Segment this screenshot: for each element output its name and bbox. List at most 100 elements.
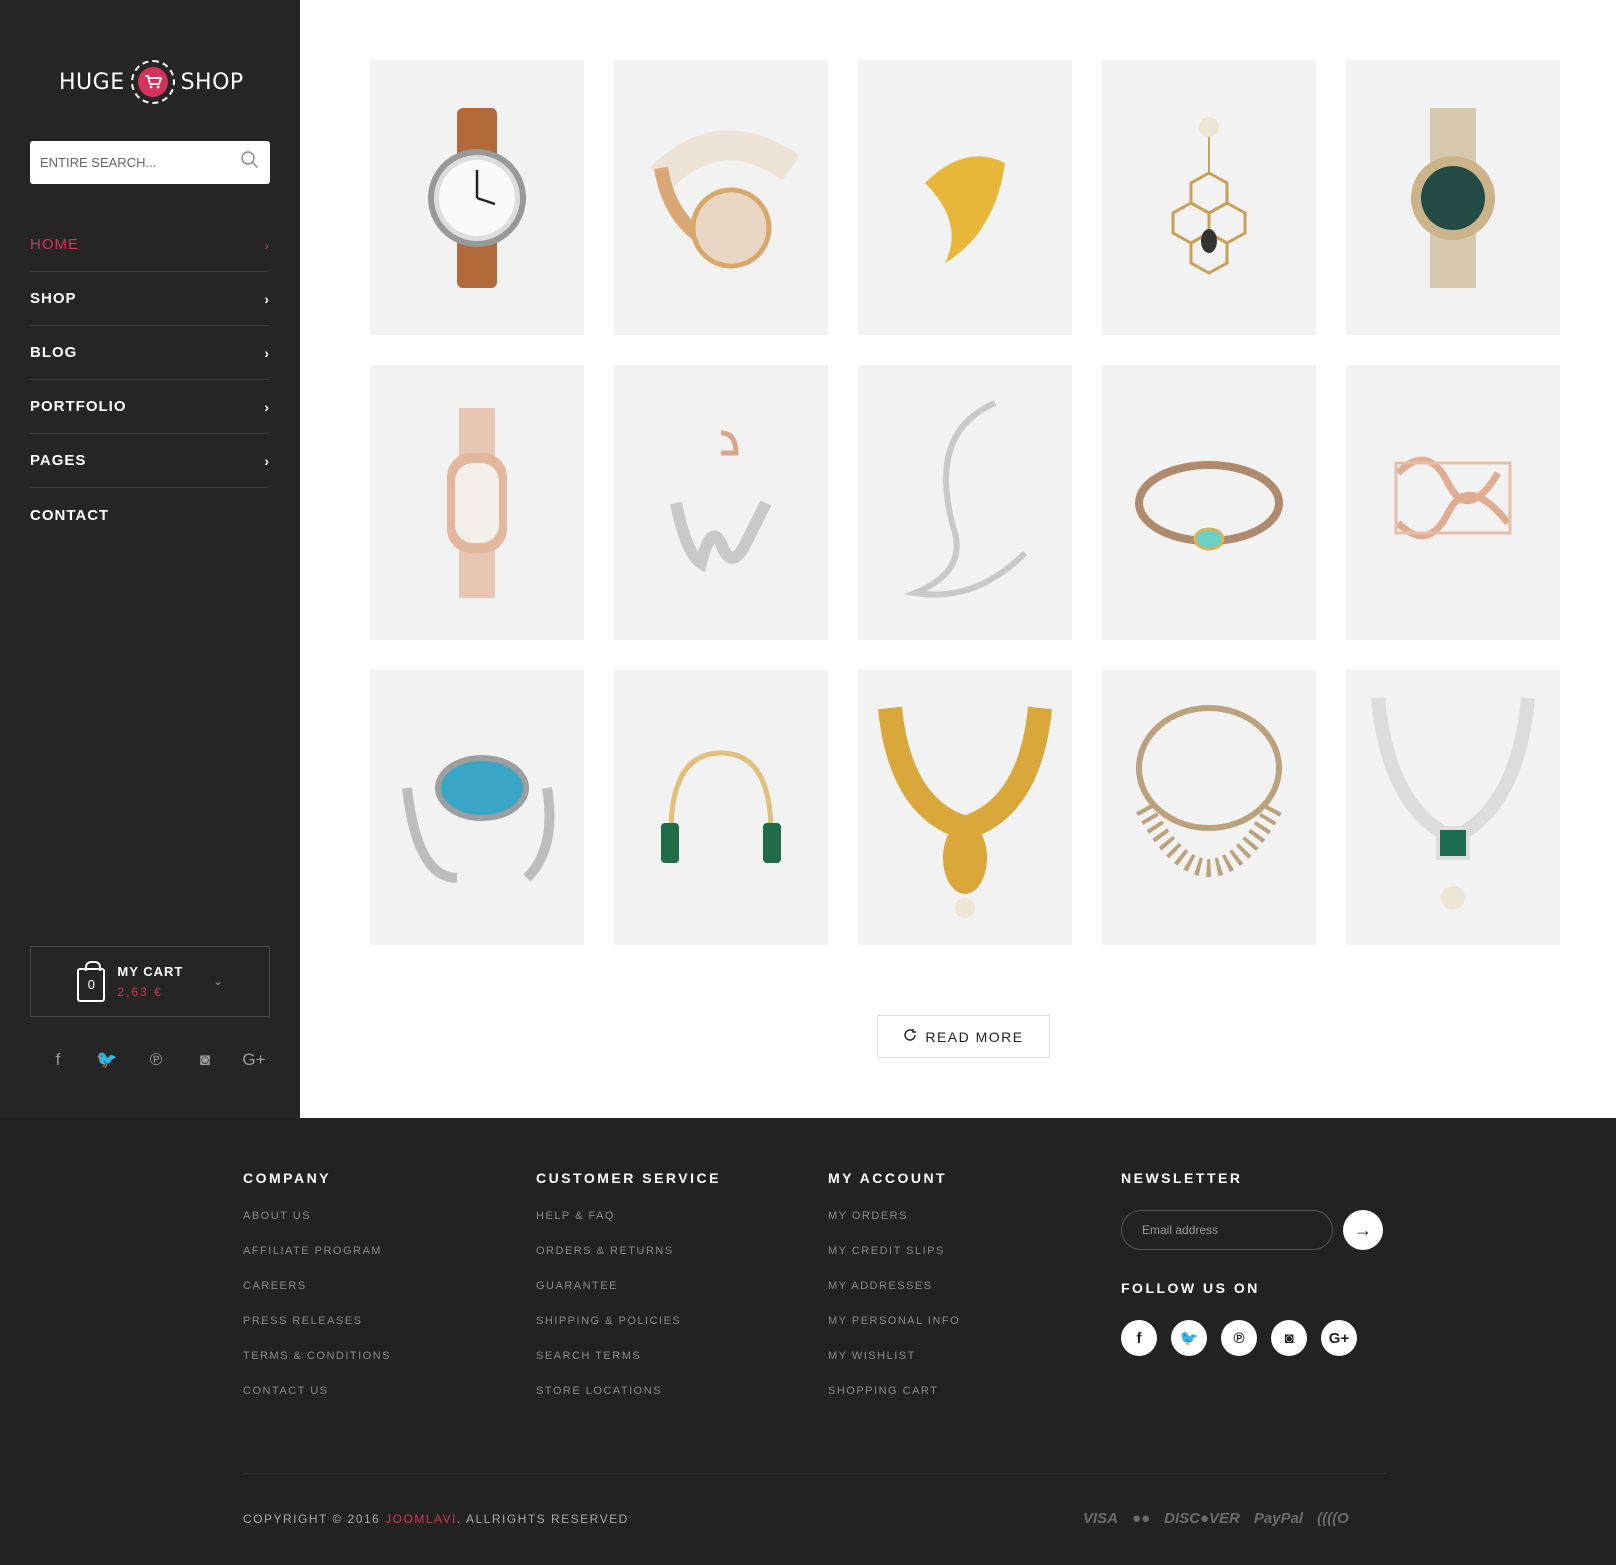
instagram-icon[interactable]: ◙ bbox=[1271, 1320, 1307, 1356]
footer-link[interactable]: GUARANTEE bbox=[536, 1280, 721, 1315]
chevron-down-icon: ⌄ bbox=[213, 976, 223, 988]
earring-image bbox=[1171, 116, 1247, 275]
nav-label: CONTACT bbox=[30, 506, 110, 524]
payment-methods: VISA ●● DISC●VER PayPal ((((O bbox=[1083, 1510, 1349, 1527]
contactless-icon: ((((O bbox=[1317, 1510, 1349, 1527]
chevron-right-icon: › bbox=[264, 398, 270, 415]
footer-customer-service: CUSTOMER SERVICE HELP & FAQ ORDERS & RET… bbox=[536, 1170, 721, 1420]
logo[interactable]: HUGE SHOP bbox=[59, 60, 244, 104]
logo-text-left: HUGE bbox=[59, 69, 125, 95]
sidebar-social: f 🐦 ℗ ◙ G+ bbox=[46, 1050, 266, 1070]
nav-label: PORTFOLIO bbox=[30, 398, 127, 415]
nav-item-blog[interactable]: BLOG › bbox=[30, 326, 270, 380]
footer-link[interactable]: SHIPPING & POLICIES bbox=[536, 1315, 721, 1350]
bracelet-image bbox=[1135, 460, 1283, 550]
necklace-image bbox=[878, 706, 1052, 918]
footer-link[interactable]: STORE LOCATIONS bbox=[536, 1385, 721, 1420]
watch-image bbox=[650, 129, 800, 268]
nav-item-contact[interactable]: CONTACT bbox=[30, 488, 270, 542]
nav-item-home[interactable]: HOME › bbox=[30, 218, 270, 272]
copyright-prefix: COPYRIGHT © 2016 bbox=[243, 1512, 386, 1526]
product-diamond-necklace[interactable] bbox=[1102, 670, 1316, 945]
footer-link[interactable]: AFFILIATE PROGRAM bbox=[243, 1245, 391, 1280]
bangle-image bbox=[661, 749, 781, 863]
twitter-icon[interactable]: 🐦 bbox=[95, 1050, 119, 1070]
facebook-icon[interactable]: f bbox=[46, 1050, 70, 1070]
product-watch-leather[interactable] bbox=[370, 60, 584, 335]
read-more-label: READ MORE bbox=[925, 1028, 1024, 1045]
product-bee-earring[interactable] bbox=[1102, 60, 1316, 335]
footer-newsletter: NEWSLETTER → FOLLOW US ON f 🐦 ℗ ◙ G+ bbox=[1121, 1170, 1383, 1356]
footer-link[interactable]: MY PERSONAL INFO bbox=[828, 1315, 960, 1350]
footer-link[interactable]: MY ORDERS bbox=[828, 1210, 960, 1245]
footer-link[interactable]: CAREERS bbox=[243, 1280, 391, 1315]
shopping-bag-icon: 0 bbox=[77, 960, 106, 1002]
copyright: COPYRIGHT © 2016 JOOMLAVI. ALLRIGHTS RES… bbox=[243, 1512, 629, 1526]
footer-link[interactable]: ABOUT US bbox=[243, 1210, 391, 1245]
footer: COMPANY ABOUT US AFFILIATE PROGRAM CAREE… bbox=[0, 1118, 1616, 1565]
product-w-charm[interactable] bbox=[614, 365, 828, 640]
product-gold-necklace[interactable] bbox=[858, 670, 1072, 945]
footer-link[interactable]: SHOPPING CART bbox=[828, 1385, 960, 1420]
chevron-right-icon: › bbox=[264, 344, 270, 361]
watch-image bbox=[1411, 107, 1495, 288]
nav-label: BLOG bbox=[30, 344, 78, 361]
footer-link[interactable]: TERMS & CONDITIONS bbox=[243, 1350, 391, 1385]
nav-item-pages[interactable]: PAGES › bbox=[30, 434, 270, 488]
cart-count: 0 bbox=[87, 977, 95, 992]
footer-link[interactable]: CONTACT US bbox=[243, 1385, 391, 1420]
newsletter-email-input[interactable] bbox=[1121, 1210, 1333, 1250]
copyright-brand-link[interactable]: JOOMLAVI bbox=[385, 1512, 457, 1526]
visa-icon: VISA bbox=[1083, 1510, 1119, 1527]
nav-item-shop[interactable]: SHOP › bbox=[30, 272, 270, 326]
footer-link[interactable]: MY ADDRESSES bbox=[828, 1280, 960, 1315]
read-more-button[interactable]: READ MORE bbox=[877, 1015, 1050, 1058]
logo-text-right: SHOP bbox=[180, 69, 244, 95]
facebook-icon[interactable]: f bbox=[1121, 1320, 1157, 1356]
instagram-icon[interactable]: ◙ bbox=[193, 1050, 217, 1070]
search-input[interactable] bbox=[40, 155, 240, 170]
product-turquoise-cuff[interactable] bbox=[370, 670, 584, 945]
product-malachite-bangle[interactable] bbox=[614, 670, 828, 945]
nav-label: HOME bbox=[30, 236, 79, 253]
pinterest-icon[interactable]: ℗ bbox=[144, 1050, 168, 1070]
product-rose-gold-watch[interactable] bbox=[370, 365, 584, 640]
chevron-right-icon: › bbox=[264, 452, 270, 469]
newsletter-submit-button[interactable]: → bbox=[1343, 1210, 1383, 1250]
search-icon[interactable] bbox=[240, 150, 260, 175]
footer-link[interactable]: ORDERS & RETURNS bbox=[536, 1245, 721, 1280]
footer-link[interactable]: MY WISHLIST bbox=[828, 1350, 960, 1385]
pinterest-icon[interactable]: ℗ bbox=[1221, 1320, 1257, 1356]
product-turquoise-bracelet[interactable] bbox=[1102, 365, 1316, 640]
footer-link[interactable]: SEARCH TERMS bbox=[536, 1350, 721, 1385]
copyright-suffix: . ALLRIGHTS RESERVED bbox=[456, 1512, 629, 1526]
google-plus-icon[interactable]: G+ bbox=[242, 1050, 266, 1070]
follow-section: FOLLOW US ON f 🐦 ℗ ◙ G+ bbox=[1121, 1280, 1383, 1356]
chevron-right-icon: › bbox=[264, 290, 270, 307]
product-grid bbox=[370, 60, 1560, 945]
product-ear-cuff[interactable] bbox=[858, 365, 1072, 640]
cuff-image bbox=[925, 155, 1005, 263]
cart-total: 2,63 € bbox=[117, 984, 163, 999]
footer-divider bbox=[243, 1473, 1386, 1474]
footer-link[interactable]: HELP & FAQ bbox=[536, 1210, 721, 1245]
charm-image bbox=[670, 430, 772, 573]
footer-link[interactable]: PRESS RELEASES bbox=[243, 1315, 391, 1350]
discover-icon: DISC●VER bbox=[1164, 1510, 1240, 1527]
my-cart-button[interactable]: 0 MY CART 2,63 € ⌄ bbox=[30, 946, 270, 1017]
main-content: READ MORE bbox=[300, 0, 1616, 1118]
product-green-dial-watch[interactable] bbox=[1346, 60, 1560, 335]
twitter-icon[interactable]: 🐦 bbox=[1171, 1320, 1207, 1356]
product-emerald-necklace[interactable] bbox=[1346, 670, 1560, 945]
product-watch-white-strap[interactable] bbox=[614, 60, 828, 335]
paypal-icon: PayPal bbox=[1253, 1510, 1304, 1527]
product-gold-cuff[interactable] bbox=[858, 60, 1072, 335]
necklace-image bbox=[1371, 696, 1535, 910]
footer-link[interactable]: MY CREDIT SLIPS bbox=[828, 1245, 960, 1280]
nav-item-portfolio[interactable]: PORTFOLIO › bbox=[30, 380, 270, 434]
product-rose-gold-ring[interactable] bbox=[1346, 365, 1560, 640]
footer-heading: CUSTOMER SERVICE bbox=[536, 1170, 721, 1186]
watch-image bbox=[428, 107, 526, 288]
google-plus-icon[interactable]: G+ bbox=[1321, 1320, 1357, 1356]
mastercard-icon: ●● bbox=[1132, 1510, 1151, 1527]
